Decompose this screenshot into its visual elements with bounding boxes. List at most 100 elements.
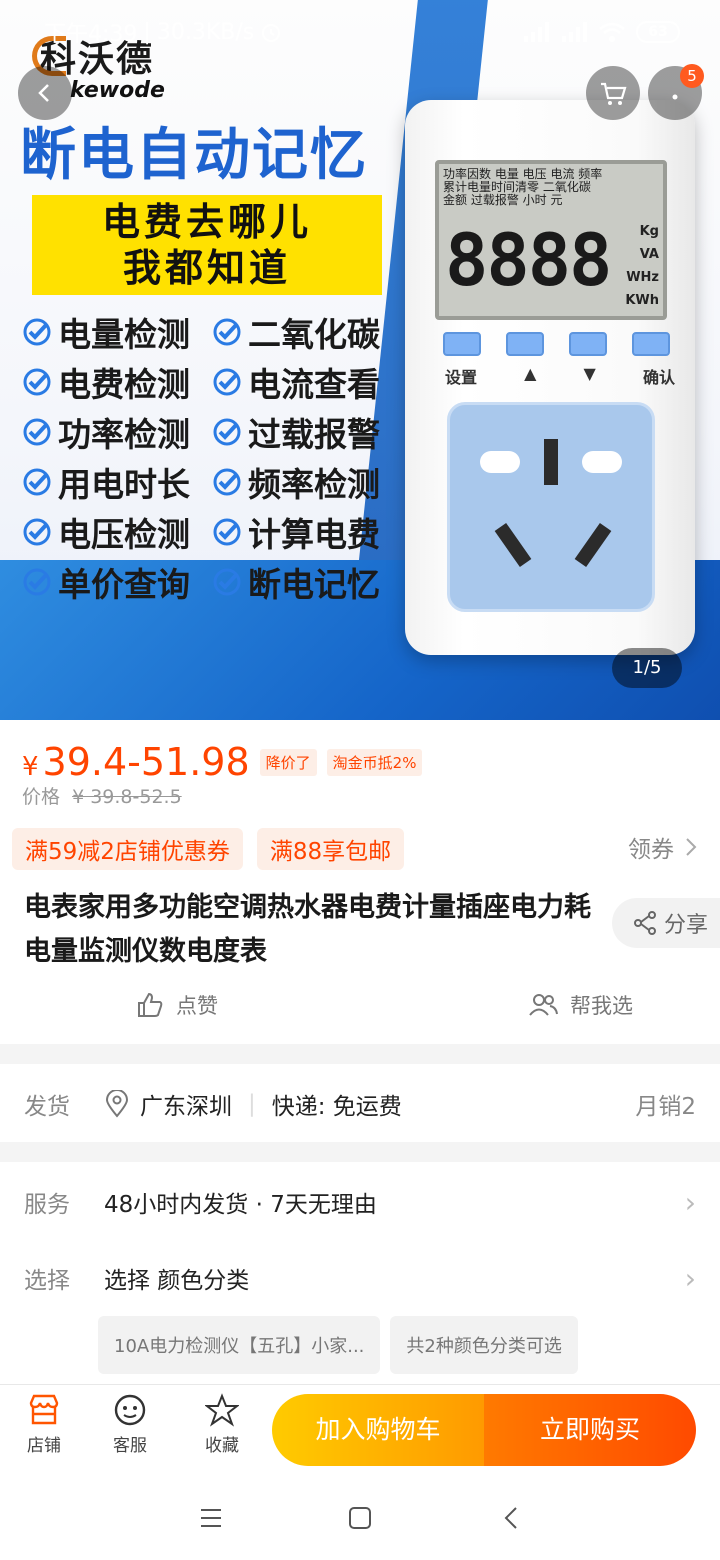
signal-icon (562, 22, 587, 42)
choose-row[interactable]: 选择 选择 颜色分类 › (0, 1238, 720, 1318)
check-icon (23, 418, 51, 446)
sku-count-chip[interactable]: 共2种颜色分类可选 (390, 1316, 578, 1374)
status-divider: | (143, 19, 151, 45)
service-value: 48小时内发货 · 7天无理由 (104, 1192, 377, 1218)
shipping-row: 发货 广东深圳 | 快递: 免运费 月销2 (0, 1064, 720, 1144)
shop-coupon[interactable]: 满59减2店铺优惠券 (12, 828, 243, 870)
shipping-divider: | (248, 1091, 256, 1117)
shop-tab[interactable]: 店铺 (4, 1393, 84, 1456)
lcd-digits: 8888 (445, 218, 612, 302)
feature-item: 电量检测 (22, 312, 212, 354)
feature-label: 单价查询 (58, 565, 190, 604)
lcd-units: Kg VA WHz KWh (625, 220, 659, 312)
feature-item: 用电时长 (22, 462, 212, 504)
brand-name-en: kewode (70, 78, 165, 103)
signal-icon (524, 22, 549, 42)
lcd-screen: 功率因数 电量 电压 电流 频率 累计电量时间清零 二氧化碳 金额 过载报警 小… (435, 160, 667, 320)
lcd-unit: WHz (626, 270, 659, 285)
engagement-actions: 点赞 帮我选 (0, 990, 720, 1020)
feature-label: 计算电费 (248, 515, 380, 554)
feature-label: 断电记忆 (248, 565, 380, 604)
feature-label: 电费检测 (58, 365, 190, 404)
choose-label: 选择 (24, 1268, 70, 1294)
currency-symbol: ¥ (22, 752, 39, 782)
image-yellow-banner: 电费去哪儿 我都知道 (32, 195, 382, 295)
customer-service-label: 客服 (113, 1436, 147, 1456)
device-button (569, 332, 607, 356)
feature-label: 电流查看 (248, 365, 380, 404)
cart-button[interactable] (586, 66, 640, 120)
feature-label: 电量检测 (58, 315, 190, 354)
socket-hole (574, 522, 612, 568)
status-speed: 30.3KB/s (156, 19, 255, 45)
shop-label: 店铺 (27, 1436, 61, 1456)
feature-item: 过载报警 (212, 412, 402, 454)
price-range: 39.4-51.98 (42, 740, 250, 784)
device-label-up: ▲ (524, 364, 537, 383)
lcd-unit: VA (639, 247, 659, 262)
section-divider (0, 1142, 720, 1162)
share-button[interactable]: 分享 (612, 898, 720, 948)
favorite-tab[interactable]: 收藏 (182, 1393, 262, 1456)
image-pager: 1/5 (612, 648, 682, 688)
thumbs-up-icon (138, 992, 163, 1017)
wifi-icon (599, 22, 625, 42)
chat-face-icon (114, 1394, 146, 1426)
share-icon (634, 911, 656, 935)
more-icon (672, 94, 678, 100)
customer-service-tab[interactable]: 客服 (90, 1393, 170, 1456)
star-icon (205, 1393, 239, 1427)
original-price-value: ¥ 39.8-52.5 (72, 786, 182, 808)
feature-label: 过载报警 (248, 415, 380, 454)
buy-now-button[interactable]: 立即购买 (484, 1394, 696, 1466)
service-label: 服务 (24, 1192, 70, 1218)
check-icon (23, 318, 51, 346)
back-nav-icon[interactable] (500, 1505, 522, 1531)
add-to-cart-button[interactable]: 加入购物车 (272, 1394, 484, 1466)
feature-item: 单价查询 (22, 562, 212, 604)
share-label: 分享 (664, 913, 709, 938)
check-icon (213, 518, 241, 546)
feature-item: 二氧化碳 (212, 312, 402, 354)
people-icon (529, 994, 558, 1016)
chevron-right-icon (686, 838, 697, 856)
check-icon (213, 568, 241, 596)
get-coupon-label: 领券 (628, 837, 674, 863)
socket-hole (480, 451, 520, 473)
back-button[interactable] (18, 66, 72, 120)
free-shipping-coupon[interactable]: 满88享包邮 (256, 828, 405, 870)
location-pin-icon (105, 1090, 129, 1118)
product-image-carousel[interactable]: 科沃德 kewode 断电自动记忆 电费去哪儿 我都知道 电量检测 二氧化碳 电费检… (0, 0, 720, 720)
check-icon (213, 318, 241, 346)
cart-icon (601, 82, 627, 105)
price-row: ¥ 39.4-51.98 降价了 淘金币抵2% (22, 740, 423, 784)
bottom-action-bar: 店铺 客服 收藏 加入购物车 立即购买 (0, 1384, 720, 1474)
chevron-right-icon: › (684, 1261, 696, 1295)
help-choose-label: 帮我选 (570, 994, 633, 1018)
service-row[interactable]: 服务 48小时内发货 · 7天无理由 › (0, 1162, 720, 1242)
original-price: 价格 ¥ 39.8-52.5 (22, 782, 182, 809)
lcd-unit: Kg (639, 224, 659, 239)
like-button[interactable]: 点赞 (136, 990, 218, 1020)
alarm-icon (262, 24, 281, 42)
battery-indicator: 63 (636, 21, 680, 43)
lcd-line-3: 金额 过载报警 小时 元 (443, 193, 563, 207)
help-choose-button[interactable]: 帮我选 (528, 990, 633, 1020)
section-divider (0, 1044, 720, 1064)
sku-option-chip[interactable]: 10A电力检测仪【五孔】小家... (98, 1316, 381, 1374)
feature-item: 电费检测 (22, 362, 212, 404)
device-label-confirm: 确认 (642, 368, 675, 387)
product-title: 电表家用多功能空调热水器电费计量插座电力耗电量监测仪数电度表 (24, 892, 591, 967)
device-label-down: ▼ (583, 364, 596, 383)
check-icon (213, 418, 241, 446)
status-time: 下午4:39 (44, 22, 138, 47)
shipping-express: 快递: 免运费 (271, 1094, 402, 1120)
menu-icon[interactable] (197, 1506, 225, 1530)
price-drop-tag: 降价了 (259, 748, 317, 776)
power-meter-device: 功率因数 电量 电压 电流 频率 累计电量时间清零 二氧化碳 金额 过载报警 小… (405, 100, 695, 655)
get-coupon-button[interactable]: 领券 (628, 830, 698, 864)
more-button[interactable]: 5 (648, 64, 704, 120)
feature-label: 电压检测 (58, 515, 190, 554)
home-icon[interactable] (347, 1505, 373, 1531)
system-nav-bar (0, 1474, 720, 1560)
